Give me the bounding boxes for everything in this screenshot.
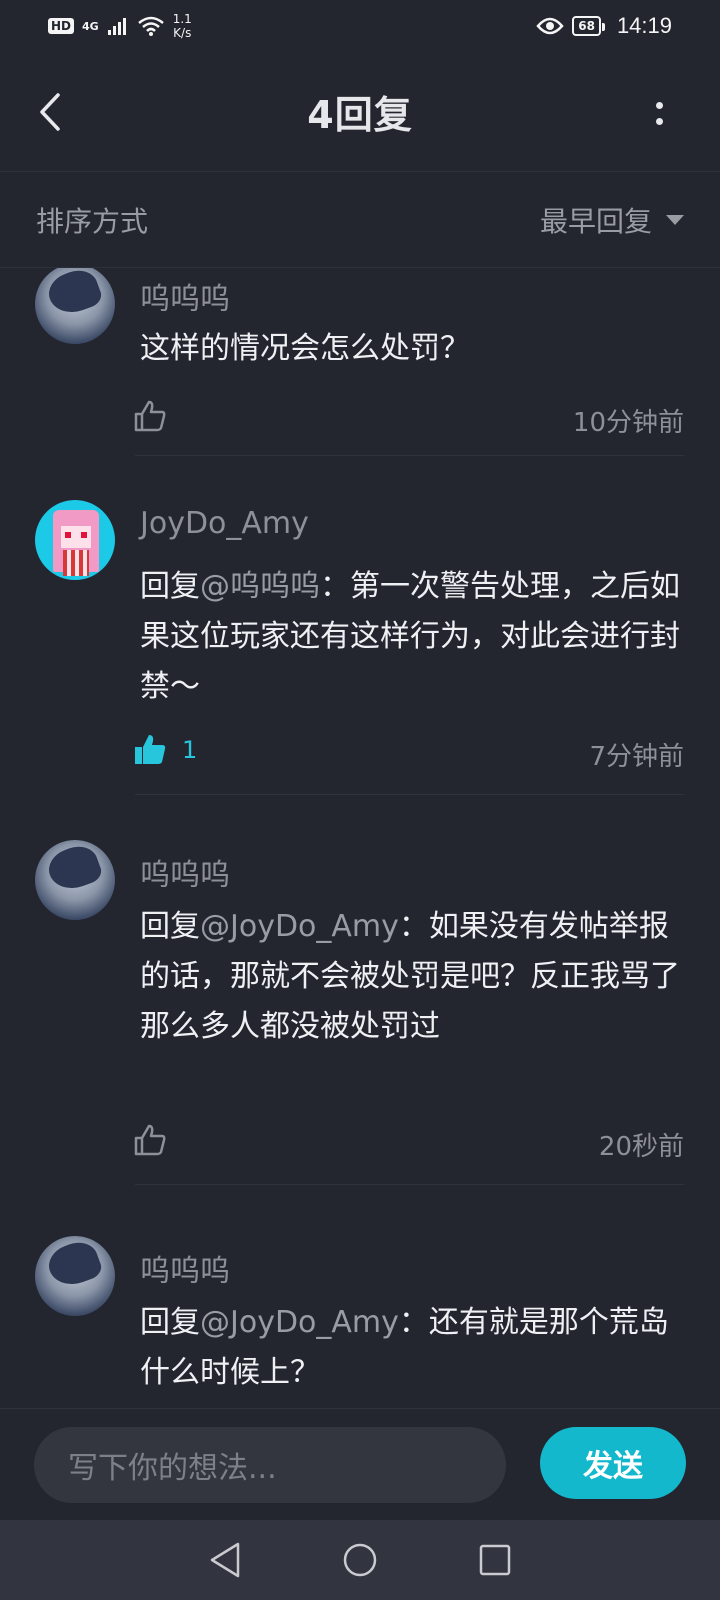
divider [135, 455, 684, 456]
reply-username[interactable]: 呜呜呜 [140, 850, 230, 894]
sort-label: 排序方式 [36, 204, 149, 238]
status-bar: HD 4G 1.1 K/s 68 14:19 [0, 0, 720, 52]
mention-link[interactable]: @呜呜呜 [200, 569, 320, 604]
top-nav-bar: 4回复 [0, 52, 720, 172]
like-button[interactable]: 1 [132, 732, 197, 768]
page-title: 4回复 [307, 93, 413, 137]
reply-text: 这样的情况会怎么处罚？ [140, 331, 470, 366]
network-type: 4G [82, 19, 99, 33]
recents-square-icon[interactable] [478, 1543, 512, 1577]
sort-dropdown[interactable]: 最早回复 [540, 200, 684, 240]
send-button[interactable]: 发送 [540, 1427, 686, 1499]
divider [135, 1184, 684, 1185]
back-button[interactable] [30, 86, 70, 138]
reply-text: 回复@呜呜呜：第一次警告处理，之后如果这位玩家还有这样行为，对此会进行封禁～ [140, 569, 680, 704]
like-button[interactable] [132, 398, 182, 434]
back-triangle-icon[interactable] [208, 1541, 242, 1579]
like-button[interactable] [132, 1122, 182, 1158]
sort-bar: 排序方式 最早回复 [0, 172, 720, 268]
thumbs-up-filled-icon [135, 735, 166, 764]
reply-username[interactable]: 呜呜呜 [140, 274, 230, 318]
reply-time: 7分钟前 [589, 742, 684, 772]
avatar[interactable] [35, 840, 115, 920]
avatar[interactable] [35, 268, 115, 344]
network-speed: 1.1 K/s [172, 12, 192, 40]
clock: 14:19 [616, 13, 672, 38]
more-dots-icon [655, 101, 663, 109]
avatar[interactable] [35, 1236, 115, 1316]
divider [135, 794, 684, 795]
like-count: 1 [182, 736, 198, 764]
reply-text: 回复@JoyDo_Amy：如果没有发帖举报的话，那就不会被处罚是吧？反正我骂了那… [140, 909, 680, 1044]
sort-selected-value: 最早回复 [539, 204, 652, 238]
chevron-left-icon [40, 93, 60, 131]
mention-link[interactable]: @JoyDo_Amy [200, 909, 399, 944]
more-options-button[interactable] [644, 88, 674, 138]
reply-time: 10分钟前 [572, 408, 684, 438]
home-circle-icon[interactable] [342, 1542, 378, 1578]
reply-username[interactable]: 呜呜呜 [140, 1246, 230, 1290]
reply-list[interactable]: 呜呜呜 这样的情况会怎么处罚？ 10分钟前 JoyDo_Amy 回复@呜呜呜：第… [0, 268, 720, 1408]
reply-time: 20秒前 [598, 1132, 684, 1162]
avatar[interactable] [35, 500, 115, 580]
caret-down-icon [666, 214, 684, 225]
thumbs-up-icon [134, 400, 166, 432]
eye-icon [536, 17, 564, 35]
battery-indicator: 68 [572, 16, 605, 36]
reply-username[interactable]: JoyDo_Amy [140, 506, 309, 541]
thumbs-up-icon [134, 1124, 166, 1156]
system-nav-bar [0, 1520, 720, 1600]
reply-text: 回复@JoyDo_Amy：还有就是那个荒岛什么时候上？ [140, 1305, 669, 1390]
signal-icon [107, 18, 126, 35]
comment-composer: 写下你的想法... 发送 [0, 1408, 720, 1520]
mention-link[interactable]: @JoyDo_Amy [200, 1305, 399, 1340]
wifi-icon [137, 16, 164, 36]
hd-badge: HD [48, 18, 75, 34]
comment-input[interactable]: 写下你的想法... [34, 1427, 506, 1503]
